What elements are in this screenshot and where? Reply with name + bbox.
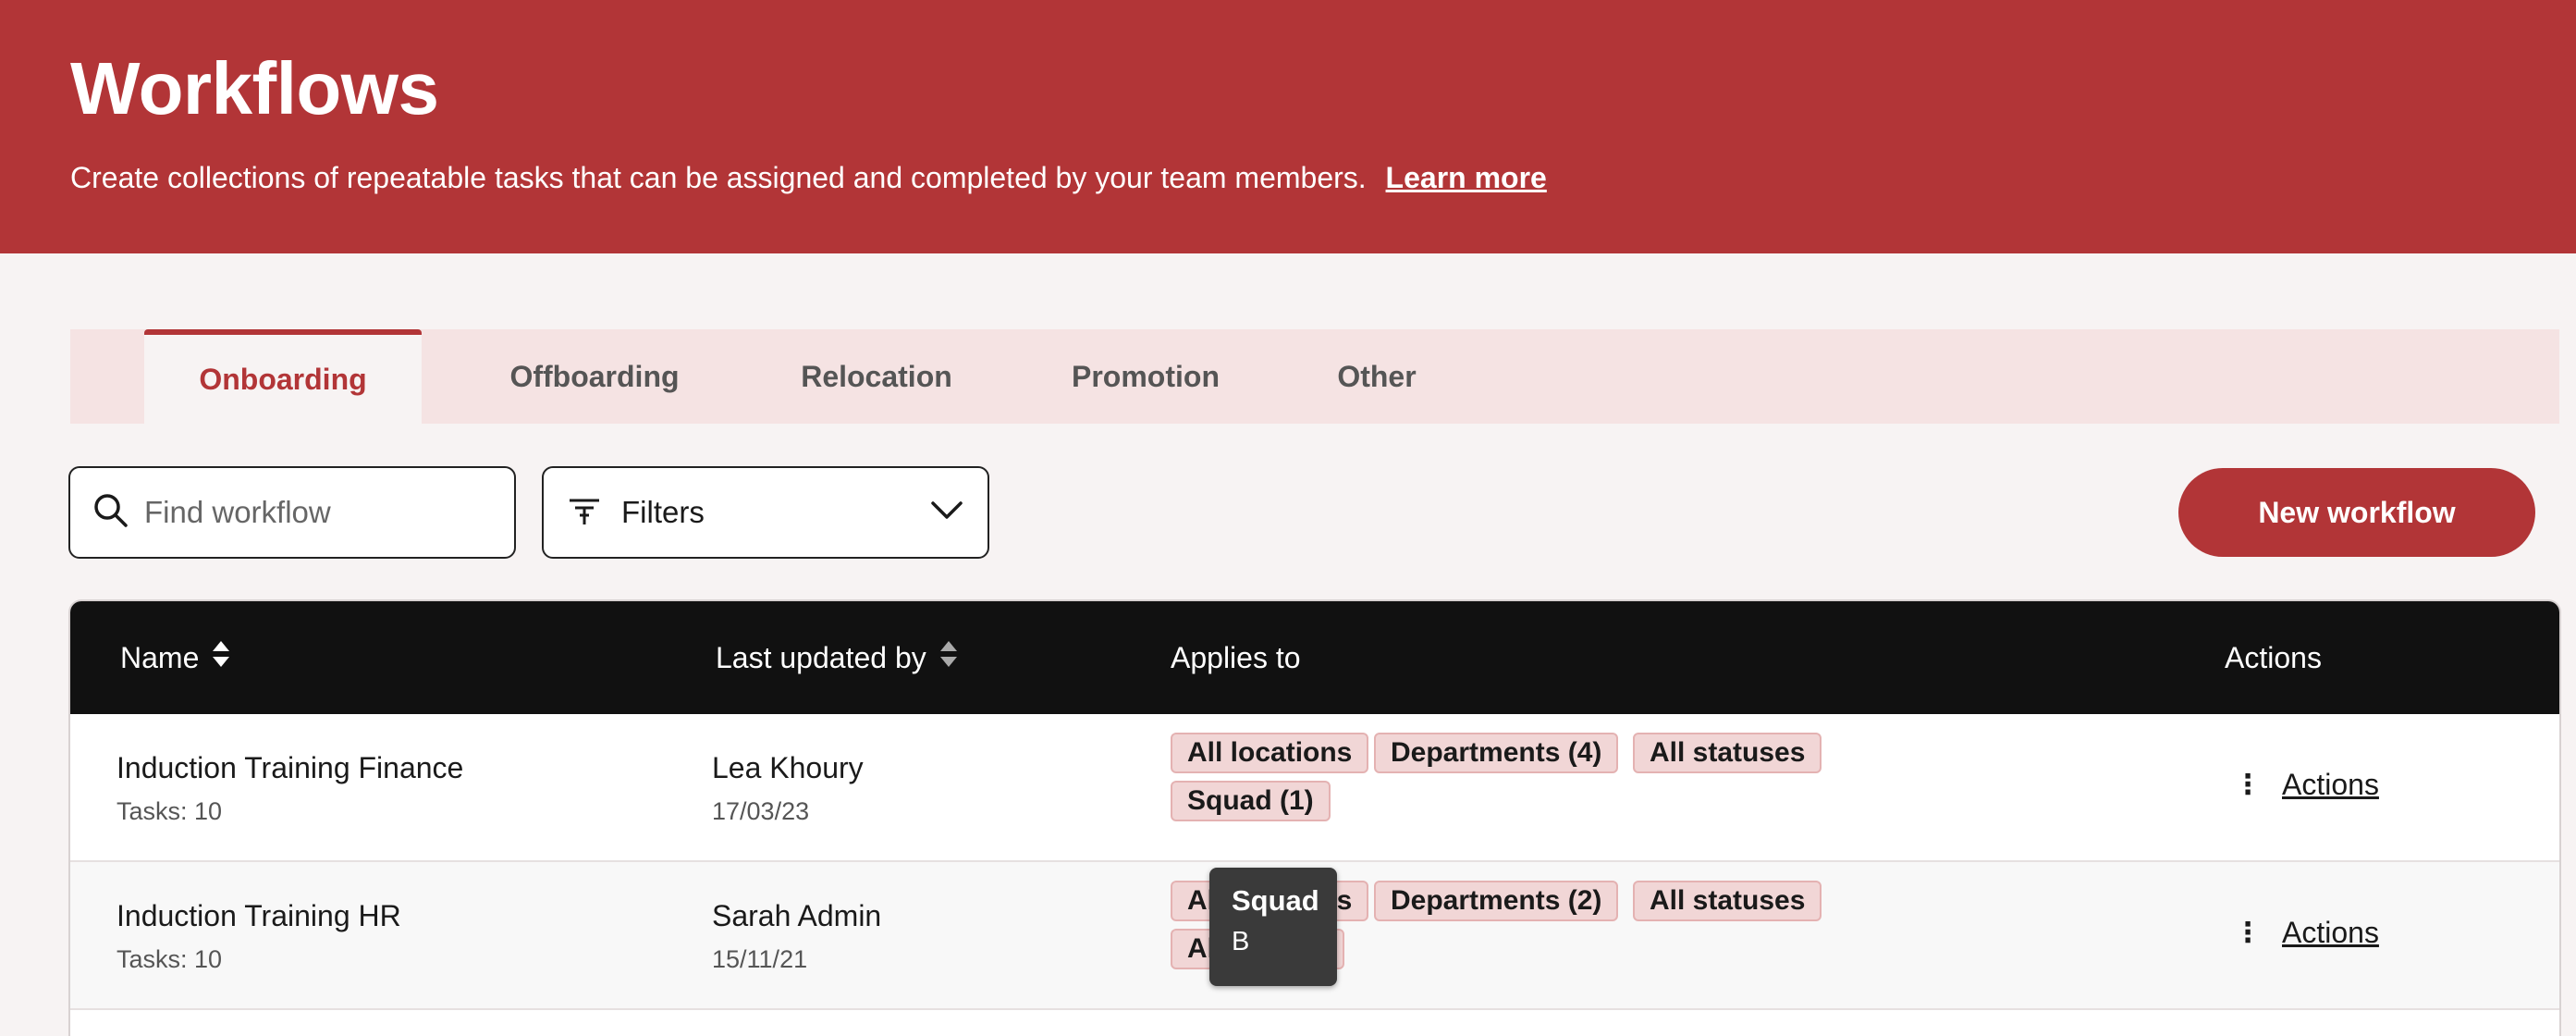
sort-icon [939, 639, 958, 676]
workflow-name: Induction Training HR [117, 899, 401, 932]
tooltip-title: Squad [1232, 884, 1319, 917]
tag-departments[interactable]: Departments (4) [1374, 733, 1619, 773]
tooltip-body: B [1232, 927, 1250, 956]
tag-statuses[interactable]: All statuses [1633, 733, 1822, 773]
tag-departments[interactable]: Departments (2) [1374, 881, 1619, 921]
updated-date: 15/11/21 [712, 945, 808, 973]
column-last-updated-header[interactable]: Last updated by [716, 601, 958, 714]
page-title: Workflows [70, 47, 439, 130]
table-row: Induction Training Finance Tasks: 10 Lea… [70, 714, 2559, 862]
search-box[interactable] [68, 466, 516, 559]
search-icon [92, 492, 129, 534]
squad-tooltip: Squad B [1209, 868, 1337, 986]
kebab-menu-icon: ⋮ [2234, 918, 2262, 948]
workflow-name: Induction Training Finance [117, 751, 464, 784]
task-count: Tasks: 10 [117, 945, 223, 973]
page-subtitle: Create collections of repeatable tasks t… [70, 161, 1547, 195]
search-input[interactable] [144, 495, 496, 530]
filters-label: Filters [621, 495, 705, 529]
table-header: Name Last updated by Applies to Actions [70, 601, 2559, 714]
updated-date: 17/03/23 [712, 797, 810, 825]
filters-dropdown[interactable]: Filters [542, 466, 989, 559]
tag-statuses[interactable]: All statuses [1633, 881, 1822, 921]
column-name-label: Name [120, 640, 200, 674]
row-actions-button[interactable]: ⋮ Actions [2234, 916, 2379, 950]
sort-icon [212, 639, 230, 676]
filter-icon [568, 494, 601, 532]
tab-onboarding[interactable]: Onboarding [144, 329, 422, 424]
learn-more-link[interactable]: Learn more [1386, 161, 1547, 194]
tab-bar: Onboarding Offboarding Relocation Promot… [70, 329, 2559, 424]
updated-by-user: Lea Khoury [712, 751, 864, 784]
tag-locations[interactable]: All locations [1171, 733, 1369, 773]
tab-other[interactable]: Other [1280, 329, 1474, 424]
chevron-down-icon [930, 500, 963, 526]
row-actions-button[interactable]: ⋮ Actions [2234, 768, 2379, 802]
tab-promotion[interactable]: Promotion [1012, 329, 1280, 424]
tag-squad[interactable]: Squad (1) [1171, 781, 1331, 821]
subtitle-text: Create collections of repeatable tasks t… [70, 161, 1367, 194]
tab-relocation[interactable]: Relocation [751, 329, 1002, 424]
column-applies-to-header: Applies to [1171, 640, 1301, 674]
kebab-menu-icon: ⋮ [2234, 770, 2262, 800]
updated-by-user: Sarah Admin [712, 899, 882, 932]
task-count: Tasks: 10 [117, 797, 223, 825]
column-last-updated-label: Last updated by [716, 640, 926, 674]
actions-label: Actions [2282, 916, 2379, 949]
page-header: Workflows Create collections of repeatab… [0, 0, 2576, 253]
column-actions-header: Actions [2225, 640, 2322, 674]
tab-offboarding[interactable]: Offboarding [457, 329, 732, 424]
column-name-header[interactable]: Name [120, 601, 230, 714]
new-workflow-button[interactable]: New workflow [2178, 468, 2535, 557]
actions-label: Actions [2282, 768, 2379, 801]
